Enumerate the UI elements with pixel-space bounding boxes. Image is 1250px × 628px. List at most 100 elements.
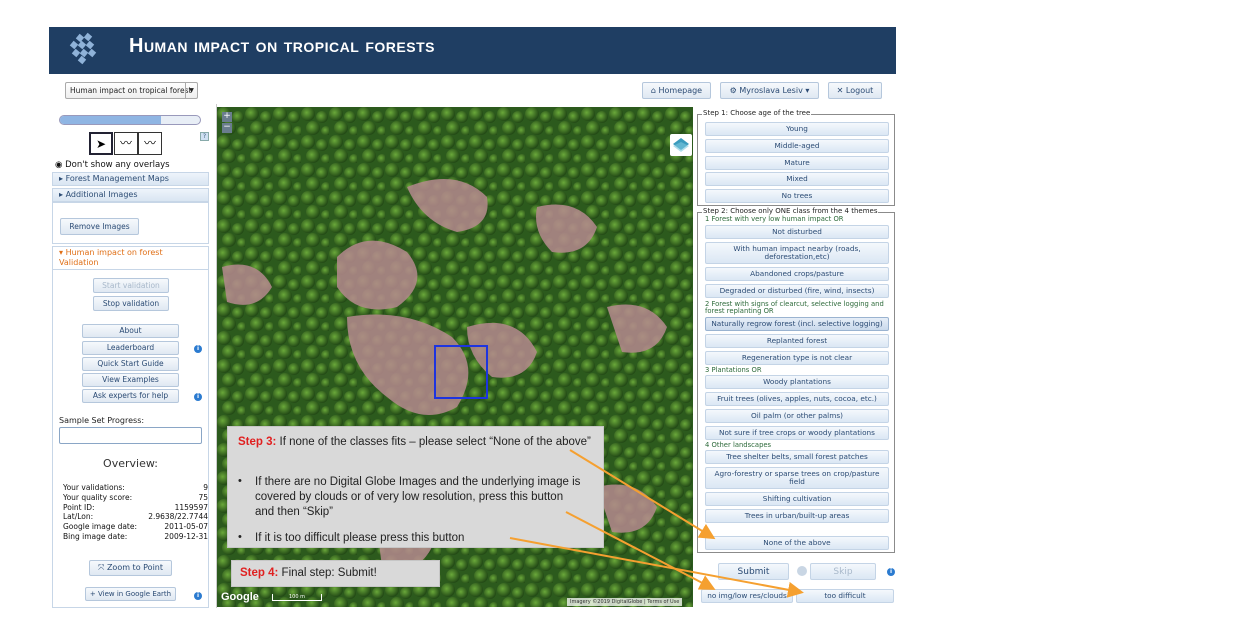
- step1-option-button[interactable]: No trees: [705, 189, 889, 204]
- class-option-button[interactable]: Replanted forest: [705, 334, 889, 348]
- close-icon: ✕: [836, 86, 846, 95]
- layers-button[interactable]: [670, 134, 692, 156]
- validation-title: Human impact on forest Validation: [59, 248, 163, 267]
- classification-panel: Step 1: Choose age of the tree Young Midd…: [693, 104, 903, 608]
- ask-experts-button[interactable]: Ask experts for help: [82, 389, 179, 403]
- additional-images-label: Additional Images: [65, 190, 138, 199]
- additional-images-accordion[interactable]: ▸ Additional Images: [52, 188, 209, 202]
- user-menu-button[interactable]: ⚙ Myroslava Lesiv ▾: [720, 82, 819, 99]
- step1-legend: Step 1: Choose age of the tree: [702, 109, 812, 117]
- no-overlays-label: Don't show any overlays: [65, 160, 170, 170]
- leaderboard-info-icon[interactable]: i: [194, 345, 202, 353]
- chevron-down-icon: ▾: [802, 86, 810, 95]
- overview-label: Point ID:: [63, 502, 95, 512]
- profile-tool-icon[interactable]: 〰: [138, 132, 162, 155]
- zoom-to-point-button[interactable]: ⤧ Zoom to Point: [89, 560, 172, 576]
- class-option-button[interactable]: Naturally regrow forest (incl. selective…: [705, 317, 889, 331]
- project-select[interactable]: Human impact on tropical forest ▼: [65, 82, 198, 99]
- ask-experts-info-icon[interactable]: i: [194, 393, 202, 401]
- globe-logo-icon: [69, 32, 97, 65]
- overview-row: Point ID: 1159597: [63, 503, 208, 512]
- overview-row: Google image date: 2011-05-07: [63, 522, 208, 531]
- stop-validation-button[interactable]: Stop validation: [93, 296, 169, 311]
- remove-images-button[interactable]: Remove Images: [60, 218, 139, 235]
- pointer-tool-icon[interactable]: ➤: [89, 132, 113, 155]
- overview-value: 2011-05-07: [164, 522, 208, 532]
- start-validation-button[interactable]: Start validation: [93, 278, 169, 293]
- banner-title: Human impact on tropical forests: [129, 35, 435, 57]
- overview-label: Bing image date:: [63, 532, 128, 541]
- no-overlays-radio[interactable]: ◉ Don't show any overlays: [55, 160, 170, 170]
- validation-accordion[interactable]: ▾ Human impact on forest Validation: [53, 247, 208, 270]
- forest-maps-accordion[interactable]: ▸ Forest Management Maps: [52, 172, 209, 186]
- class-option-button[interactable]: Woody plantations: [705, 375, 889, 389]
- class-option-button[interactable]: Abandoned crops/pasture: [705, 267, 889, 281]
- about-button[interactable]: About: [82, 324, 179, 338]
- step1-option-button[interactable]: Middle-aged: [705, 138, 889, 153]
- sample-point-box: [434, 345, 488, 399]
- left-sidebar: ➤ 〰 〰 ? ◉ Don't show any overlays ▸ Fore…: [49, 104, 217, 608]
- overview-value: 2009-12-31: [164, 532, 208, 541]
- theme-heading: 4 Other landscapes: [705, 441, 772, 449]
- opacity-slider-fill: [60, 116, 161, 124]
- overview-row: Your validations: 9: [63, 483, 208, 492]
- view-google-earth-label: View in Google Earth: [97, 590, 172, 598]
- sample-progress-label: Sample Set Progress:: [59, 416, 145, 425]
- no-img-button[interactable]: no img/low res/clouds: [701, 589, 793, 603]
- overview-value: 2.9638/22.7744: [148, 512, 208, 522]
- logout-label: Logout: [845, 86, 874, 95]
- step1-option-button[interactable]: Mature: [705, 155, 889, 170]
- images-panel: Remove Images: [52, 202, 209, 244]
- view-examples-button[interactable]: View Examples: [82, 373, 179, 387]
- class-option-button[interactable]: Oil palm (or other palms): [705, 409, 889, 423]
- step4-label: Step 4:: [240, 567, 279, 579]
- logout-button[interactable]: ✕ Logout: [828, 82, 882, 99]
- zoom-out-button[interactable]: −: [222, 123, 232, 133]
- zoom-in-button[interactable]: +: [222, 112, 232, 122]
- line-tool-icon[interactable]: 〰: [114, 132, 138, 155]
- overview-row: Your quality score: 75: [63, 493, 208, 502]
- google-earth-info-icon[interactable]: i: [194, 592, 202, 600]
- step4-callout: Step 4: Final step: Submit!: [231, 560, 440, 587]
- class-option-button[interactable]: Trees in urban/built-up areas: [705, 509, 889, 523]
- map-copyright: Imagery ©2019 DigitalGlobe | Terms of Us…: [567, 598, 683, 606]
- zoom-to-point-label: Zoom to Point: [106, 563, 163, 572]
- theme-heading: 3 Plantations OR: [705, 366, 762, 374]
- step2-fieldset: Step 2: Choose only ONE class from the 4…: [697, 207, 895, 553]
- validation-panel: ▾ Human impact on forest Validation Star…: [52, 246, 209, 608]
- help-icon[interactable]: ?: [200, 132, 209, 141]
- step1-option-button[interactable]: Young: [705, 122, 889, 136]
- overview-value: 75: [198, 492, 208, 502]
- submit-info-icon[interactable]: i: [887, 568, 895, 576]
- overview-title: Overview:: [103, 457, 158, 470]
- submit-button[interactable]: Submit: [718, 563, 789, 580]
- chevron-down-icon: ▼: [185, 83, 197, 98]
- quick-start-guide-button[interactable]: Quick Start Guide: [82, 357, 179, 371]
- expand-icon: ⤧: [98, 563, 107, 572]
- too-difficult-button[interactable]: too difficult: [796, 589, 894, 603]
- homepage-button[interactable]: ⌂ Homepage: [642, 82, 711, 99]
- class-option-button[interactable]: Tree shelter belts, small forest patches: [705, 450, 889, 464]
- bullet-icon: •: [238, 531, 242, 543]
- radio-icon: ◉: [55, 160, 63, 170]
- opacity-slider[interactable]: [59, 115, 201, 125]
- homepage-label: Homepage: [658, 86, 703, 95]
- project-select-value: Human impact on tropical forest: [70, 86, 192, 95]
- class-option-button[interactable]: Regeneration type is not clear: [705, 351, 889, 365]
- class-option-button[interactable]: Not sure if tree crops or woody plantati…: [705, 426, 889, 440]
- class-option-button[interactable]: With human impact nearby (roads, defores…: [705, 242, 889, 264]
- step1-option-button[interactable]: Mixed: [705, 172, 889, 187]
- bullet-icon: •: [238, 475, 242, 487]
- class-option-button[interactable]: Not disturbed: [705, 225, 889, 239]
- class-option-button[interactable]: Shifting cultivation: [705, 492, 889, 506]
- class-option-button[interactable]: Agro-forestry or sparse trees on crop/pa…: [705, 467, 889, 489]
- forest-maps-label: Forest Management Maps: [65, 174, 169, 183]
- class-option-button[interactable]: Degraded or disturbed (fire, wind, insec…: [705, 284, 889, 298]
- class-option-button[interactable]: Fruit trees (olives, apples, nuts, cocoa…: [705, 392, 889, 406]
- leaderboard-button[interactable]: Leaderboard: [82, 341, 179, 355]
- user-name: Myroslava Lesiv: [739, 86, 803, 95]
- step3-heading: Step 3: If none of the classes fits – pl…: [238, 435, 593, 450]
- skip-button[interactable]: Skip: [810, 563, 876, 580]
- class-option-button[interactable]: None of the above: [705, 536, 889, 550]
- view-google-earth-button[interactable]: + View in Google Earth: [85, 587, 176, 601]
